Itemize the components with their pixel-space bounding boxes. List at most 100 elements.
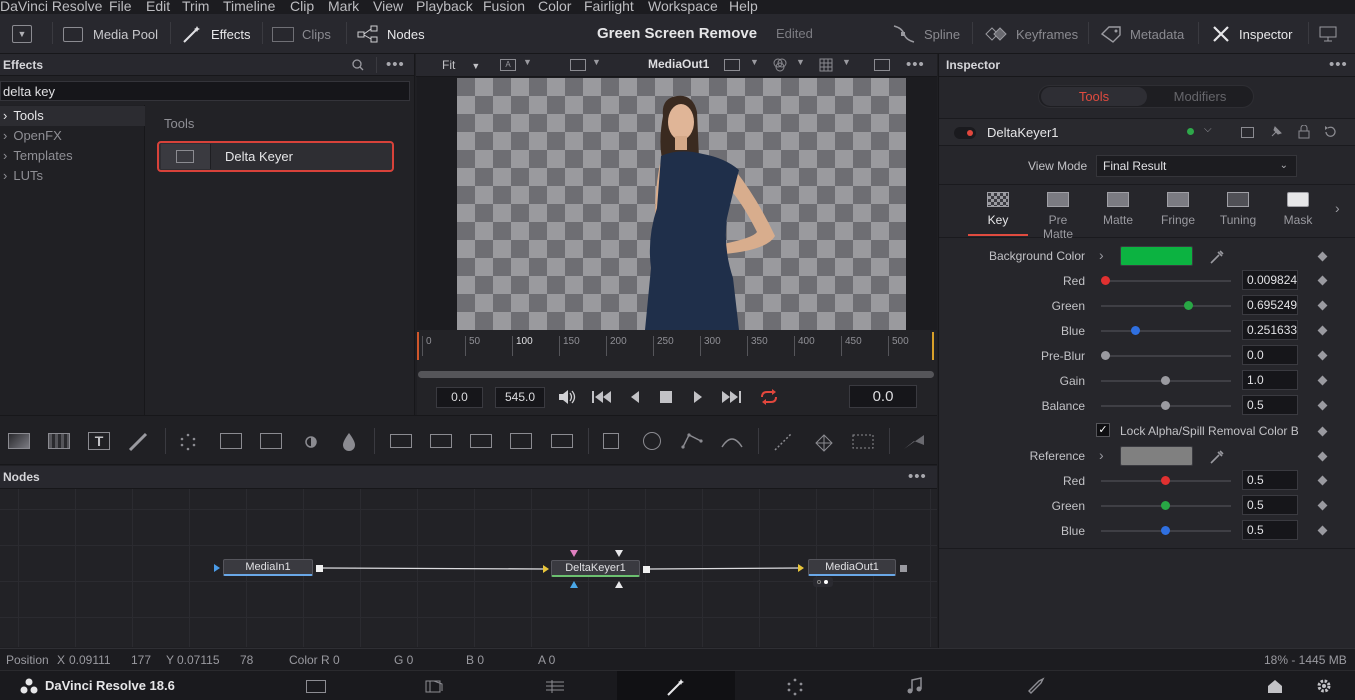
roi-icon[interactable]: A xyxy=(500,59,516,71)
transform-tool-icon[interactable] xyxy=(430,434,452,448)
slider-knob[interactable] xyxy=(1161,526,1170,535)
subtab-pre-matte[interactable]: Pre Matte xyxy=(1032,192,1084,241)
brightness-contrast-icon[interactable] xyxy=(301,432,321,452)
menu-playback[interactable]: Playback xyxy=(416,0,473,14)
slider-knob[interactable] xyxy=(1101,276,1110,285)
more-options-icon[interactable]: ••• xyxy=(908,468,927,485)
color-curves-icon[interactable] xyxy=(220,433,242,449)
out-marker[interactable] xyxy=(932,332,934,360)
versions-icon[interactable] xyxy=(1241,127,1254,138)
safe-area-icon[interactable] xyxy=(874,59,890,71)
pin-icon[interactable] xyxy=(1269,125,1283,139)
bspline-mask-icon[interactable] xyxy=(720,431,744,451)
menu-fusion[interactable]: Fusion xyxy=(483,0,525,14)
polygon-mask-icon[interactable] xyxy=(681,431,703,451)
nodes-button[interactable]: Nodes xyxy=(357,14,425,54)
tab-tools[interactable]: Tools xyxy=(1041,87,1147,106)
effects-button[interactable]: Effects xyxy=(181,14,251,54)
chevron-down-icon[interactable]: ▼ xyxy=(842,57,851,67)
subtab-tuning[interactable]: Tuning xyxy=(1213,192,1263,227)
menu-davinci[interactable]: DaVinci Resolve xyxy=(0,0,102,14)
chevron-down-icon[interactable]: ▼ xyxy=(592,57,601,67)
slider-knob[interactable] xyxy=(1184,301,1193,310)
3d-render-icon[interactable] xyxy=(852,432,876,452)
media-page-icon[interactable] xyxy=(306,680,326,693)
keyframes-button[interactable]: Keyframes xyxy=(984,14,1078,54)
paint-brush-icon[interactable] xyxy=(128,432,150,452)
reference-color-swatch[interactable] xyxy=(1120,446,1193,466)
cut-page-icon[interactable] xyxy=(424,679,446,694)
loader-tool-icon[interactable] xyxy=(551,434,573,448)
3d-merge-icon[interactable] xyxy=(902,431,926,453)
tab-modifiers[interactable]: Modifiers xyxy=(1147,87,1253,106)
subtab-mask[interactable]: Mask xyxy=(1273,192,1323,227)
slider-knob[interactable] xyxy=(1101,351,1110,360)
search-icon[interactable] xyxy=(352,59,364,71)
node-deltakeyer1[interactable]: DeltaKeyer1 xyxy=(551,560,640,577)
color-channels-icon[interactable] xyxy=(772,58,788,72)
merge-tool-icon[interactable] xyxy=(390,434,412,448)
rectangle-mask-icon[interactable] xyxy=(603,433,619,449)
go-to-end-icon[interactable] xyxy=(720,390,742,404)
render-start-field[interactable]: 0.0 xyxy=(436,387,483,408)
chevron-right-icon[interactable]: › xyxy=(1099,247,1104,263)
home-icon[interactable] xyxy=(1266,678,1284,694)
settings-gear-icon[interactable] xyxy=(1316,678,1332,694)
menu-help[interactable]: Help xyxy=(729,0,758,14)
in-marker[interactable] xyxy=(417,332,419,360)
color-page-icon[interactable] xyxy=(786,678,804,696)
grid-icon[interactable] xyxy=(819,58,833,72)
timeline-scrollbar[interactable] xyxy=(418,371,934,378)
fullscreen-button[interactable] xyxy=(1318,14,1338,54)
param-value-field[interactable]: 0.5 xyxy=(1242,520,1298,540)
subtab-key[interactable]: Key xyxy=(973,192,1023,227)
eyedropper-icon[interactable] xyxy=(1209,449,1225,465)
step-back-icon[interactable] xyxy=(629,390,641,404)
deliver-page-icon[interactable] xyxy=(1025,677,1045,695)
menu-mark[interactable]: Mark xyxy=(328,0,359,14)
volume-icon[interactable] xyxy=(557,389,577,405)
param-value-field[interactable]: 1.0 xyxy=(1242,370,1298,390)
slider-knob[interactable] xyxy=(1161,376,1170,385)
param-value-field[interactable]: 0.009824 xyxy=(1242,270,1298,290)
loop-icon[interactable] xyxy=(758,388,780,406)
tree-item-openfx[interactable]: › OpenFX xyxy=(3,128,62,143)
param-slider[interactable] xyxy=(1101,351,1231,360)
spline-button[interactable]: Spline xyxy=(892,14,960,54)
lock-alpha-checkbox[interactable]: ✓ xyxy=(1096,423,1110,437)
metadata-button[interactable]: Metadata xyxy=(1100,14,1184,54)
param-value-field[interactable]: 0.0 xyxy=(1242,345,1298,365)
current-time-field[interactable]: 0.0 xyxy=(849,385,917,408)
param-value-field[interactable]: 0.5 xyxy=(1242,495,1298,515)
edit-page-icon[interactable] xyxy=(544,679,566,694)
chevron-down-icon[interactable]: ▼ xyxy=(523,57,532,67)
play-icon[interactable] xyxy=(692,390,704,404)
panel-toggle-button[interactable]: ▼ xyxy=(12,14,32,54)
param-slider[interactable] xyxy=(1101,476,1231,485)
clips-button[interactable]: Clips xyxy=(272,14,331,54)
tree-item-templates[interactable]: › Templates xyxy=(3,148,73,163)
more-options-icon[interactable]: ••• xyxy=(906,56,925,73)
slider-knob[interactable] xyxy=(1131,326,1140,335)
fairlight-page-icon[interactable] xyxy=(906,677,924,695)
slider-knob[interactable] xyxy=(1161,476,1170,485)
viewer-lut-icon[interactable] xyxy=(724,59,740,71)
particles-icon[interactable] xyxy=(178,432,198,452)
chevron-down-icon[interactable]: ⌵ xyxy=(1204,124,1212,135)
inspector-button[interactable]: Inspector xyxy=(1211,14,1292,54)
chevron-down-icon[interactable]: ▼ xyxy=(750,57,759,67)
param-slider[interactable] xyxy=(1101,526,1231,535)
param-slider[interactable] xyxy=(1101,326,1231,335)
menu-timeline[interactable]: Timeline xyxy=(223,0,275,14)
slider-knob[interactable] xyxy=(1161,501,1170,510)
more-options-icon[interactable]: ••• xyxy=(1329,56,1348,73)
param-slider[interactable] xyxy=(1101,276,1231,285)
param-slider[interactable] xyxy=(1101,301,1231,310)
render-end-field[interactable]: 545.0 xyxy=(495,387,545,408)
tool-enable-toggle[interactable] xyxy=(954,127,976,139)
param-slider[interactable] xyxy=(1101,376,1231,385)
menu-file[interactable]: File xyxy=(109,0,132,14)
eyedropper-icon[interactable] xyxy=(1209,249,1225,265)
color-corrector-icon[interactable] xyxy=(260,433,282,449)
chevron-right-icon[interactable]: › xyxy=(1099,447,1104,463)
